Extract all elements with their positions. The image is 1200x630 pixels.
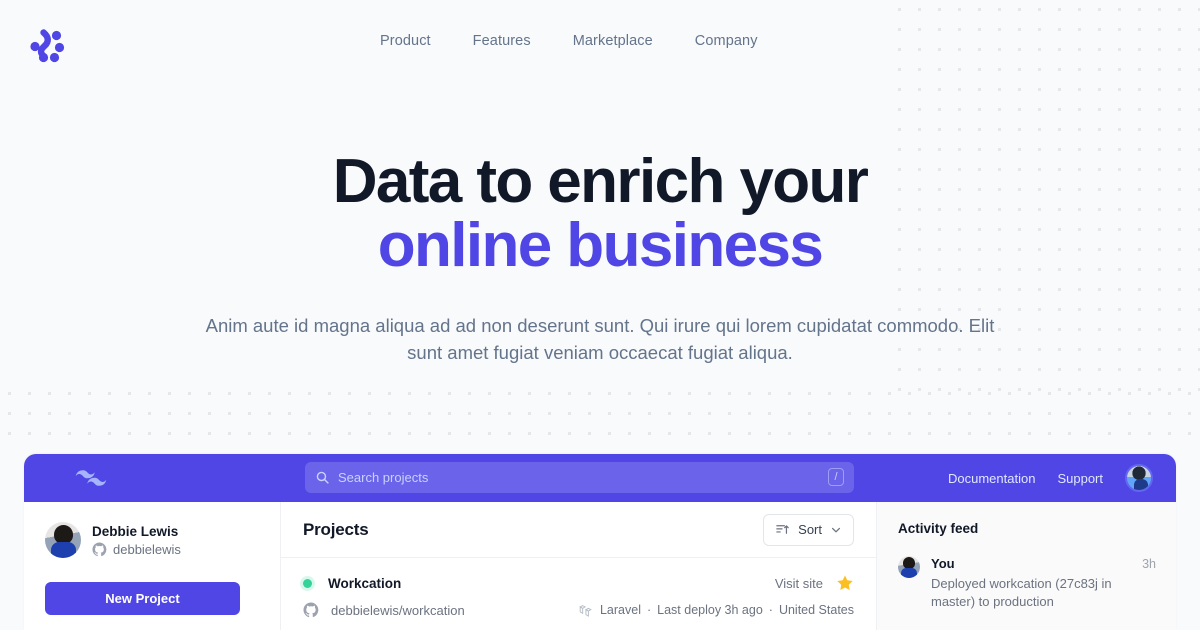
app-header-actions: Documentation Support (948, 454, 1153, 502)
project-last-deploy: Last deploy 3h ago (657, 603, 763, 617)
sort-ascending-icon (776, 525, 789, 534)
status-badge (303, 578, 312, 588)
project-framework: Laravel (599, 603, 641, 617)
page-title: Data to enrich your online business (0, 150, 1200, 278)
user-handle-row: debbielewis (92, 542, 181, 557)
list-item[interactable]: You 3h Deployed workcation (27c83j in ma… (898, 556, 1156, 612)
project-repo: debbielewis/workcation (331, 602, 465, 618)
dot-pattern-bottom (8, 392, 1200, 452)
sidebar-user[interactable]: Debbie Lewis debbielewis (45, 522, 260, 558)
headline-line-1: Data to enrich your (332, 147, 869, 216)
top-navigation: Product Features Marketplace Company (0, 0, 1200, 88)
search-input[interactable]: Search projects / (305, 462, 854, 493)
activity-feed-pane: Activity feed You 3h Deployed workcation… (876, 502, 1176, 630)
dots-cluster-logo (30, 29, 65, 63)
nav-link-company[interactable]: Company (695, 33, 758, 49)
hero-subtitle: Anim aute id magna aliqua ad ad non dese… (205, 314, 995, 364)
star-icon[interactable] (836, 574, 854, 592)
sort-button[interactable]: Sort (763, 513, 854, 546)
documentation-link[interactable]: Documentation (948, 471, 1035, 486)
meta-separator-2: · (768, 603, 773, 617)
github-icon (303, 602, 319, 618)
project-name: Workcation (328, 575, 402, 591)
avatar[interactable] (1125, 464, 1153, 492)
projects-header: Projects Sort (281, 502, 876, 558)
nav-link-marketplace[interactable]: Marketplace (573, 33, 653, 49)
app-preview-panel: Search projects / Documentation Support … (24, 454, 1176, 630)
search-placeholder: Search projects (338, 470, 429, 485)
projects-pane: Projects Sort Workcation Visit site debb… (281, 502, 876, 630)
avatar (898, 556, 920, 578)
chevron-down-icon (831, 527, 841, 532)
tailwind-wave-logo-glyph (75, 470, 107, 486)
new-project-button[interactable]: New Project (45, 582, 240, 615)
nav-link-list: Product Features Marketplace Company (380, 33, 758, 49)
github-icon (92, 541, 107, 556)
app-header-bar: Search projects / Documentation Support (24, 454, 1176, 502)
projects-title: Projects (303, 519, 369, 539)
activity-description: Deployed workcation (27c83j in master) t… (931, 576, 1112, 610)
project-region: United States (778, 603, 854, 617)
nav-link-product[interactable]: Product (380, 33, 431, 49)
sort-label: Sort (798, 522, 822, 537)
avatar (45, 522, 81, 558)
brand-logo[interactable] (24, 22, 70, 68)
project-row-actions: Visit site (775, 574, 854, 592)
activity-actor: You (931, 556, 955, 571)
activity-timestamp: 3h (1142, 557, 1156, 571)
search-shortcut-key: / (828, 468, 844, 486)
project-meta: Laravel · Last deploy 3h ago · United St… (579, 603, 854, 618)
visit-site-link[interactable]: Visit site (775, 576, 823, 591)
hero-section: Data to enrich your online business Anim… (0, 150, 1200, 367)
search-icon (316, 471, 329, 484)
nav-link-features[interactable]: Features (473, 33, 531, 49)
user-name: Debbie Lewis (92, 523, 179, 539)
support-link[interactable]: Support (1057, 471, 1103, 486)
project-row-secondary: debbielewis/workcation Laravel · Last de… (303, 602, 854, 618)
activity-feed-title: Activity feed (898, 521, 979, 536)
app-sidebar: Debbie Lewis debbielewis New Project (24, 502, 281, 630)
project-row-primary: Workcation Visit site (303, 574, 854, 592)
headline-line-2: online business (377, 210, 824, 280)
meta-separator-1: · (646, 603, 652, 617)
tailwind-wave-logo[interactable] (74, 468, 108, 488)
user-handle: debbielewis (113, 541, 181, 557)
app-body: Debbie Lewis debbielewis New Project Pro… (24, 502, 1176, 630)
table-row[interactable]: Workcation Visit site debbielewis/workca… (281, 558, 876, 618)
laravel-icon (579, 604, 592, 617)
